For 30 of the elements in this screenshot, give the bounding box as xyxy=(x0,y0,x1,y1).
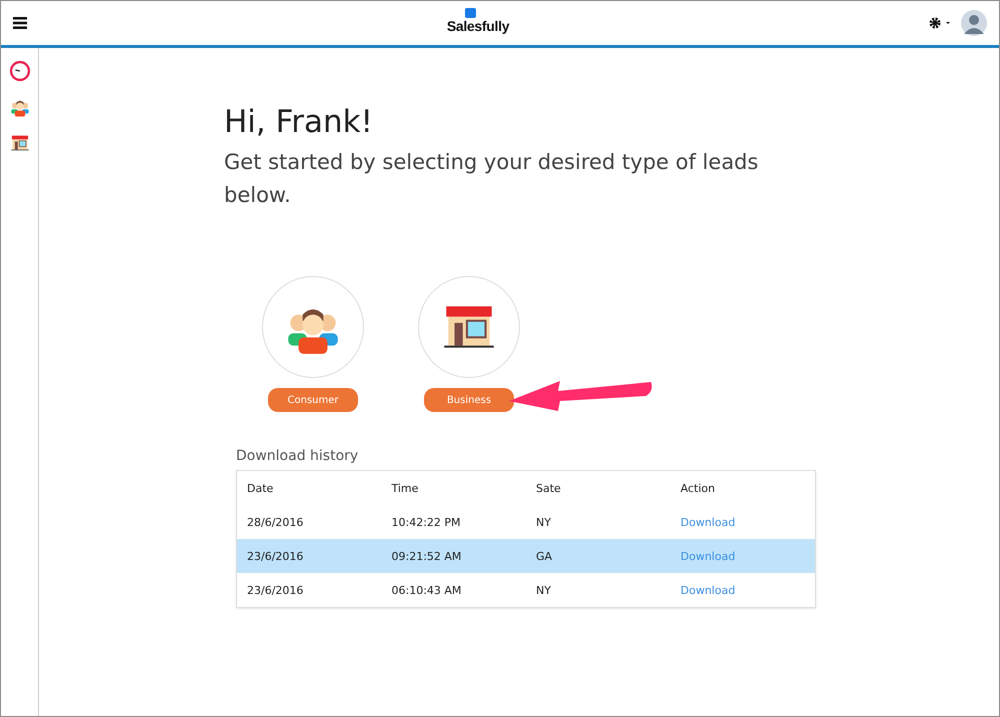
lead-type-card[interactable] xyxy=(418,276,520,378)
table-cell-text: NY xyxy=(535,516,552,528)
table-cell-text: 28/6/2016 xyxy=(246,516,304,528)
column-header: Action xyxy=(680,482,716,494)
table-row[interactable]: 23/6/2016 09:21:52 AM GA Download xyxy=(237,539,815,573)
subtitle: Get started by selecting your desired type of leads below. xyxy=(224,149,760,209)
gauge-icon[interactable] xyxy=(8,60,30,82)
download-link[interactable]: Download xyxy=(680,550,736,562)
lead-type-button[interactable]: Consumer xyxy=(268,388,358,412)
table-cell-text: 23/6/2016 xyxy=(246,550,304,562)
avatar-icon[interactable] xyxy=(961,10,987,36)
table-cell-text: 10:42:22 PM xyxy=(390,516,462,528)
table-cell-text: 23/6/2016 xyxy=(246,584,304,596)
table-cell-text: 09:21:52 AM xyxy=(390,550,462,562)
table-cell-text: GA xyxy=(535,550,554,562)
column-header: Sate xyxy=(535,482,562,494)
lead-type-button[interactable]: Business xyxy=(424,388,514,412)
download-link[interactable]: Download xyxy=(680,516,736,528)
menu-icon[interactable] xyxy=(13,17,27,29)
column-header: Time xyxy=(390,482,420,494)
settings-icon[interactable] xyxy=(929,17,951,29)
column-header: Date xyxy=(246,482,274,494)
table-cell-text: 06:10:43 AM xyxy=(390,584,462,596)
table-cell-text: NY xyxy=(535,584,552,596)
section-title: Download history xyxy=(236,448,360,464)
lead-type-card[interactable] xyxy=(262,276,364,378)
table-row[interactable]: 23/6/2016 06:10:43 AM NY Download xyxy=(237,573,815,607)
table-row[interactable]: 28/6/2016 10:42:22 PM NY Download xyxy=(237,505,815,539)
greeting: Hi, Frank! xyxy=(224,104,374,140)
download-link[interactable]: Download xyxy=(680,584,736,596)
